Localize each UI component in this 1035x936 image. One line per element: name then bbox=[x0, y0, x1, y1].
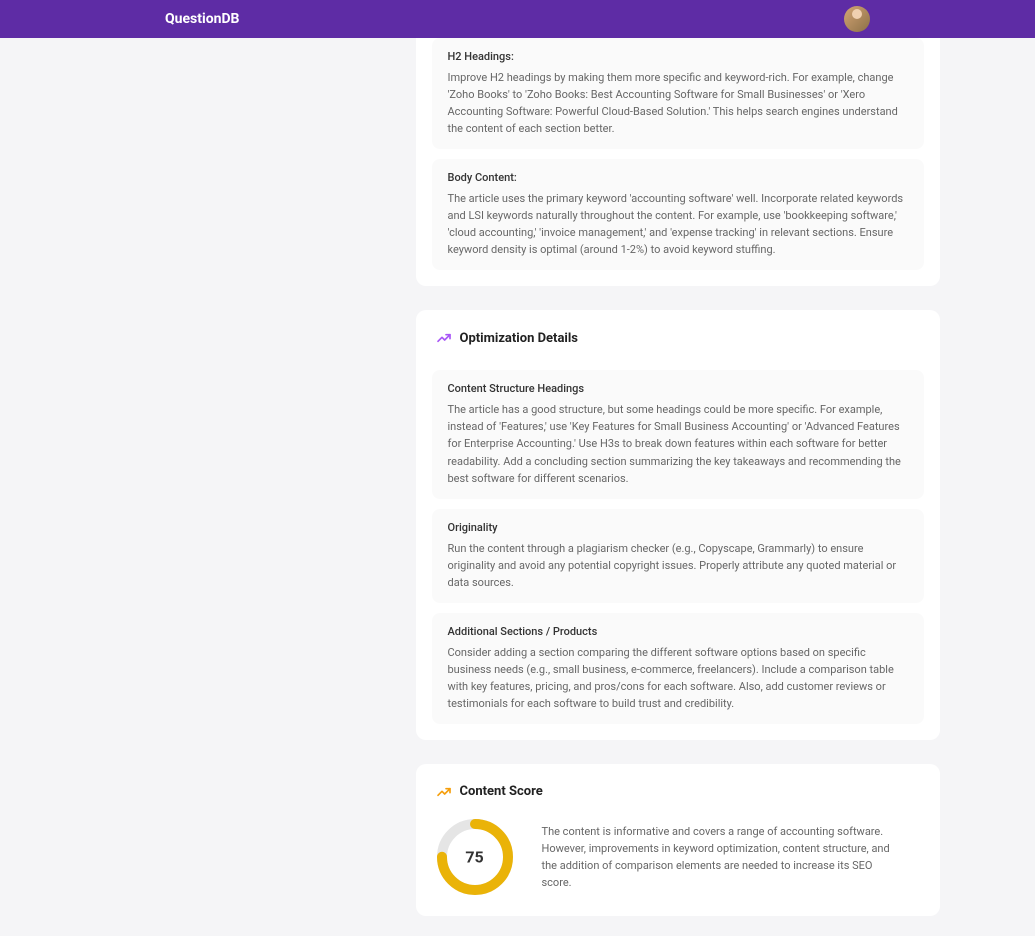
optimization-section-originality: Originality Run the content through a pl… bbox=[432, 509, 924, 603]
logo[interactable]: QuestionDB bbox=[165, 11, 239, 27]
main-content: H2 Headings: Improve H2 headings by maki… bbox=[96, 38, 940, 936]
section-label: H2 Headings: bbox=[448, 50, 908, 63]
optimization-section-additional: Additional Sections / Products Consider … bbox=[432, 613, 924, 724]
avatar[interactable] bbox=[844, 6, 870, 32]
section-label: Additional Sections / Products bbox=[448, 625, 908, 638]
keyword-section-body: Body Content: The article uses the prima… bbox=[432, 159, 924, 270]
panel-title: Content Score bbox=[460, 784, 543, 799]
section-label: Content Structure Headings bbox=[448, 382, 908, 395]
optimization-section-structure: Content Structure Headings The article h… bbox=[432, 370, 924, 498]
section-text: Consider adding a section comparing the … bbox=[448, 644, 908, 712]
panel-heading: Optimization Details bbox=[432, 326, 924, 360]
section-text: Run the content through a plagiarism che… bbox=[448, 540, 908, 591]
keyword-section-h2: H2 Headings: Improve H2 headings by maki… bbox=[432, 38, 924, 149]
score-ring: 75 bbox=[436, 818, 514, 896]
score-text: The content is informative and covers a … bbox=[542, 823, 902, 891]
trending-up-icon bbox=[436, 784, 452, 800]
optimization-panel: Optimization Details Content Structure H… bbox=[416, 310, 940, 740]
section-label: Originality bbox=[448, 521, 908, 534]
panel-title: Optimization Details bbox=[460, 331, 578, 346]
section-text: Improve H2 headings by making them more … bbox=[448, 69, 908, 137]
section-label: Body Content: bbox=[448, 171, 908, 184]
trending-up-icon bbox=[436, 330, 452, 346]
section-text: The article has a good structure, but so… bbox=[448, 401, 908, 486]
section-text: The article uses the primary keyword 'ac… bbox=[448, 190, 908, 258]
app-header: QuestionDB bbox=[0, 0, 1035, 38]
score-value: 75 bbox=[465, 847, 483, 866]
keyword-panel: H2 Headings: Improve H2 headings by maki… bbox=[416, 38, 940, 286]
score-container: 75 The content is informative and covers… bbox=[432, 814, 924, 900]
panel-heading: Content Score bbox=[432, 780, 924, 814]
score-panel: Content Score 75 The content is informat… bbox=[416, 764, 940, 916]
